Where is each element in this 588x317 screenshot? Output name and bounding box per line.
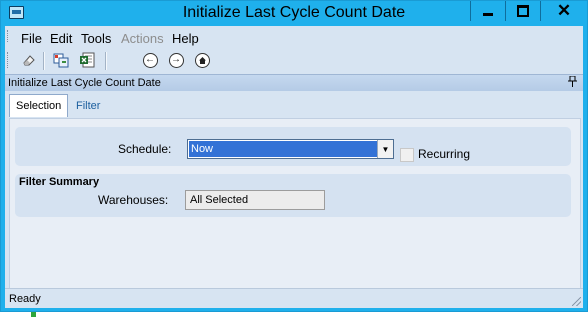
panel-title: Initialize Last Cycle Count Date (8, 77, 161, 89)
app-window: Initialize Last Cycle Count Date ✕ File … (0, 0, 588, 312)
minimize-icon (483, 12, 493, 16)
minimize-button[interactable] (470, 1, 505, 21)
tab-filter[interactable]: Filter (70, 96, 106, 116)
tab-filter-label: Filter (76, 100, 101, 112)
menu-tools[interactable]: Tools (81, 31, 111, 46)
back-icon: ← (142, 52, 158, 68)
schedule-dropdown[interactable]: Now ▼ (187, 139, 394, 159)
title-bar[interactable]: Initialize Last Cycle Count Date ✕ (1, 1, 587, 26)
recurring-checkbox[interactable] (400, 148, 414, 162)
tab-selection[interactable]: Selection (9, 94, 69, 117)
warehouses-label: Warehouses: (98, 193, 169, 207)
maximize-button[interactable] (505, 1, 540, 21)
recurring-label: Recurring (418, 147, 471, 161)
toolbar-separator (105, 52, 107, 70)
tab-strip: Selection Filter (5, 91, 583, 118)
toolbar-separator (43, 52, 45, 70)
resize-grip-icon[interactable] (572, 297, 581, 306)
window-controls: ✕ (470, 1, 587, 21)
schedule-label: Schedule: (118, 142, 172, 156)
home-icon (194, 52, 210, 68)
tab-selection-label: Selection (16, 100, 62, 112)
excel-icon[interactable] (78, 51, 96, 69)
toolbar-grip[interactable] (7, 52, 11, 68)
menu-file[interactable]: File (21, 31, 42, 46)
status-text: Ready (9, 293, 41, 305)
eraser-icon[interactable] (20, 51, 38, 69)
client-area: File Edit Tools Actions Help ← → Initial… (5, 26, 583, 308)
forward-button[interactable]: → (167, 51, 185, 69)
chevron-down-icon[interactable]: ▼ (377, 140, 393, 158)
close-button[interactable]: ✕ (540, 1, 587, 21)
pin-icon[interactable] (568, 75, 577, 90)
schedule-value: Now (189, 141, 377, 157)
menu-edit[interactable]: Edit (50, 31, 72, 46)
menu-actions: Actions (121, 31, 164, 46)
menu-bar: File Edit Tools Actions Help (5, 26, 583, 46)
menu-help[interactable]: Help (172, 31, 199, 46)
panel-header: Initialize Last Cycle Count Date (5, 74, 583, 91)
taskbar-indicator (31, 312, 36, 317)
forward-icon: → (168, 52, 184, 68)
toolbar: ← → (5, 46, 583, 74)
menu-grip[interactable] (7, 30, 11, 42)
filter-summary-group: Filter Summary Warehouses: All Selected (15, 174, 571, 217)
warehouses-field: All Selected (185, 190, 325, 210)
schedule-group: Schedule: Now ▼ Recurring (15, 127, 571, 166)
selection-panel: Schedule: Now ▼ Recurring Filter Summary… (9, 118, 581, 290)
grid-icon[interactable] (52, 51, 70, 69)
status-bar: Ready (5, 288, 583, 308)
filter-summary-title: Filter Summary (19, 176, 100, 188)
close-icon: ✕ (556, 1, 572, 20)
home-button[interactable] (193, 51, 211, 69)
back-button[interactable]: ← (141, 51, 159, 69)
maximize-icon (517, 5, 529, 17)
